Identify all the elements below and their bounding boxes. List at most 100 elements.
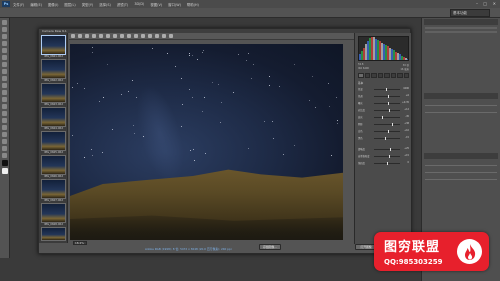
slider-track[interactable]	[374, 123, 400, 126]
image-preview[interactable]	[70, 44, 343, 240]
gradient-tool-icon[interactable]	[2, 97, 7, 102]
tab-detail-icon[interactable]	[371, 73, 377, 78]
adjust-slider[interactable]: 阴影 +38	[358, 122, 409, 127]
slider-thumb[interactable]	[387, 162, 388, 165]
slider-value[interactable]: +25	[404, 147, 409, 150]
target-adjust-tool-icon[interactable]	[99, 34, 103, 38]
pen-tool-icon[interactable]	[2, 118, 7, 123]
slider-track[interactable]	[374, 162, 400, 165]
adjustment-brush-icon[interactable]	[134, 34, 138, 38]
minimize-icon[interactable]: –	[476, 1, 478, 6]
filmstrip-thumb[interactable]	[41, 179, 66, 199]
brush-tool-icon[interactable]	[2, 69, 7, 74]
hand-tool-icon[interactable]	[78, 34, 82, 38]
photoshop-logo-icon[interactable]: Ps	[2, 1, 10, 7]
color-sampler-tool-icon[interactable]	[92, 34, 96, 38]
straighten-tool-icon[interactable]	[113, 34, 117, 38]
type-tool-icon[interactable]	[2, 125, 7, 130]
crop-tool-icon[interactable]	[2, 48, 7, 53]
spot-removal-tool-icon[interactable]	[120, 34, 124, 38]
slider-track[interactable]	[374, 130, 400, 133]
close-icon[interactable]: ✕	[493, 1, 496, 6]
quick-select-tool-icon[interactable]	[2, 41, 7, 46]
blur-tool-icon[interactable]	[2, 104, 7, 109]
rotate-right-icon[interactable]	[169, 34, 173, 38]
zoom-tool-icon[interactable]	[2, 153, 7, 158]
tab-tone-curve-icon[interactable]	[364, 73, 370, 78]
panel-tab-layers[interactable]	[424, 153, 498, 159]
zoom-tool-icon[interactable]	[71, 34, 75, 38]
menu-type[interactable]: 类型(Y)	[82, 2, 94, 7]
slider-track[interactable]	[374, 137, 400, 140]
eraser-tool-icon[interactable]	[2, 90, 7, 95]
slider-thumb[interactable]	[385, 88, 387, 91]
adjust-slider[interactable]: 曝光 +0.35	[358, 101, 409, 106]
filmstrip-thumb[interactable]	[41, 59, 66, 79]
filmstrip-thumb[interactable]	[41, 227, 66, 241]
workflow-options-link[interactable]: Adobe RGB (1998); 8 位; 5472 x 3648 (20.0…	[145, 247, 232, 251]
save-image-button[interactable]: 存储图像...	[259, 244, 281, 250]
filmstrip-thumb[interactable]	[41, 203, 66, 223]
slider-track[interactable]	[374, 109, 400, 112]
foreground-color-swatch[interactable]	[1, 160, 8, 166]
adjust-slider[interactable]: 自然饱和度 +15	[358, 154, 409, 159]
slider-thumb[interactable]	[392, 123, 394, 126]
adjust-slider[interactable]: 对比度 +12	[358, 108, 409, 113]
slider-value[interactable]: -15	[405, 136, 409, 139]
slider-track[interactable]	[374, 102, 400, 105]
slider-value[interactable]: +38	[404, 122, 409, 125]
menu-layer[interactable]: 图层(L)	[64, 2, 75, 7]
dodge-tool-icon[interactable]	[2, 111, 7, 116]
stamp-tool-icon[interactable]	[2, 76, 7, 81]
slider-value[interactable]: +6	[406, 94, 409, 97]
slider-thumb[interactable]	[388, 130, 390, 133]
slider-value[interactable]: 4200	[403, 87, 409, 90]
slider-thumb[interactable]	[387, 95, 389, 98]
tab-presets-icon[interactable]	[403, 73, 409, 78]
menu-filter[interactable]: 滤镜(T)	[117, 2, 129, 7]
red-eye-tool-icon[interactable]	[127, 34, 131, 38]
healing-tool-icon[interactable]	[2, 62, 7, 67]
shape-tool-icon[interactable]	[2, 139, 7, 144]
background-color-swatch[interactable]	[1, 168, 8, 174]
slider-value[interactable]: +15	[404, 154, 409, 157]
workspace-selector[interactable]: 基本功能	[450, 9, 490, 17]
crop-tool-icon[interactable]	[106, 34, 110, 38]
filmstrip-thumb[interactable]	[41, 35, 66, 55]
tab-split-toning-icon[interactable]	[384, 73, 390, 78]
menu-3d[interactable]: 3D(D)	[134, 2, 144, 6]
adjust-slider[interactable]: 色调 +6	[358, 94, 409, 99]
zoom-level-select[interactable]: 18.2%	[73, 241, 87, 245]
maximize-icon[interactable]: □	[483, 1, 487, 6]
filmstrip-thumb[interactable]	[41, 83, 66, 103]
menu-file[interactable]: 文件(F)	[13, 2, 24, 7]
slider-track[interactable]	[374, 148, 400, 151]
history-brush-tool-icon[interactable]	[2, 83, 7, 88]
menu-edit[interactable]: 编辑(E)	[30, 2, 42, 7]
rotate-left-icon[interactable]	[162, 34, 166, 38]
tab-effects-icon[interactable]	[397, 73, 403, 78]
menu-select[interactable]: 选择(S)	[99, 2, 111, 7]
tab-basic-icon[interactable]	[358, 73, 364, 78]
slider-thumb[interactable]	[389, 155, 391, 158]
slider-track[interactable]	[374, 155, 400, 158]
hand-tool-icon[interactable]	[2, 146, 7, 151]
adjust-slider[interactable]: 清晰度 +25	[358, 147, 409, 152]
filmstrip-thumb[interactable]	[41, 155, 66, 175]
graduated-filter-icon[interactable]	[141, 34, 145, 38]
path-select-tool-icon[interactable]	[2, 132, 7, 137]
eyedropper-tool-icon[interactable]	[2, 55, 7, 60]
radial-filter-icon[interactable]	[148, 34, 152, 38]
adjust-slider[interactable]: 黑色 -15	[358, 136, 409, 141]
move-tool-icon[interactable]	[2, 20, 7, 25]
adjust-slider[interactable]: 白色 +10	[358, 129, 409, 134]
menu-window[interactable]: 窗口(W)	[168, 2, 181, 7]
slider-thumb[interactable]	[388, 102, 390, 105]
slider-value[interactable]: -45	[405, 115, 409, 118]
tab-lens-icon[interactable]	[390, 73, 396, 78]
filmstrip-thumb[interactable]	[41, 107, 66, 127]
filmstrip-thumb[interactable]	[41, 131, 66, 151]
slider-track[interactable]	[374, 95, 400, 98]
white-balance-tool-icon[interactable]	[85, 34, 89, 38]
slider-value[interactable]: +10	[404, 129, 409, 132]
